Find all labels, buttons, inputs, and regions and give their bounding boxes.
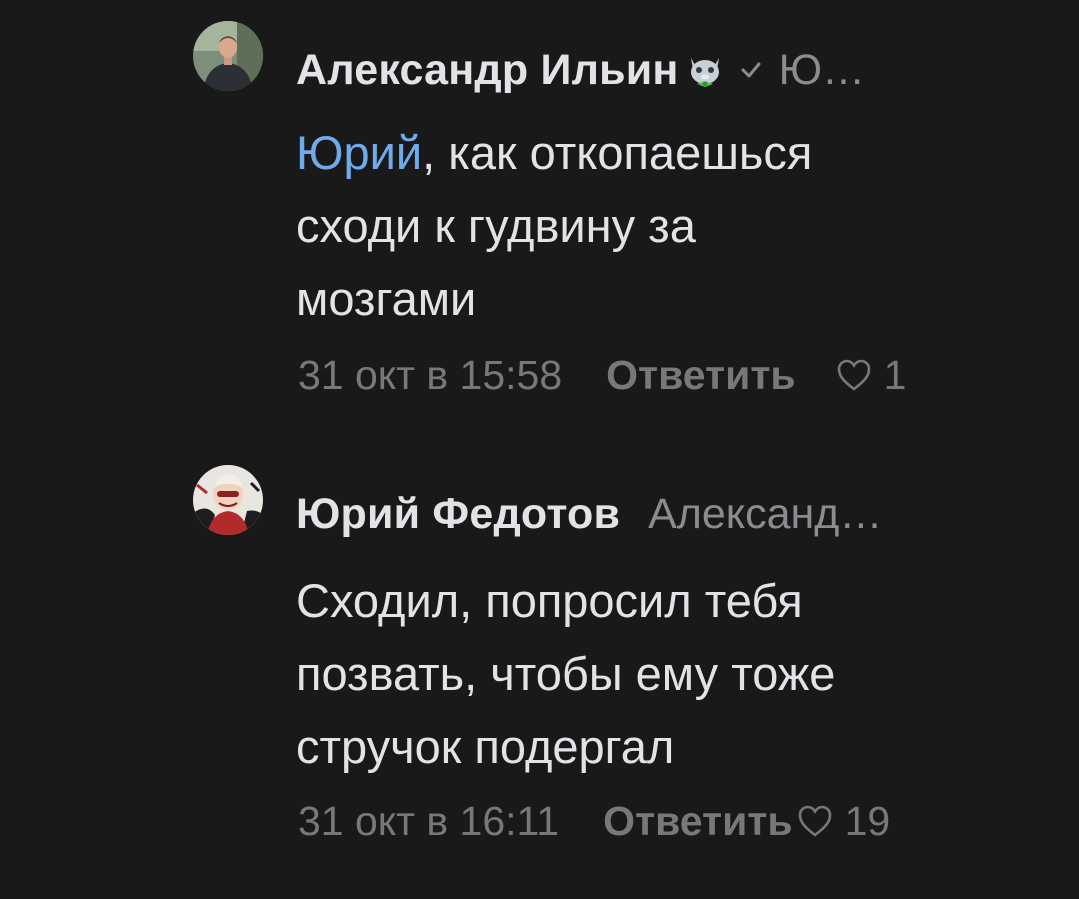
like-button[interactable]: 1 — [836, 351, 907, 399]
reply-button[interactable]: Ответить — [606, 352, 795, 399]
text-line-1: Сходил, попросил тебя — [296, 574, 803, 627]
like-button[interactable]: 19 — [797, 797, 891, 845]
text-line-3: мозгами — [296, 272, 477, 325]
mention-link[interactable]: Юрий — [296, 126, 422, 179]
author-name[interactable]: Юрий Федотов — [296, 490, 620, 539]
reply-to-name[interactable]: Ю… — [779, 46, 865, 95]
comment-date: 31 окт в 15:58 — [298, 351, 563, 398]
user-photo-avatar-icon — [193, 21, 263, 91]
verified-check-icon — [739, 58, 763, 82]
comment-meta: 31 окт в 16:11 Ответить 19 — [298, 796, 1039, 846]
heart-icon — [798, 805, 831, 837]
anime-character-avatar-icon — [193, 465, 263, 535]
heart-icon — [837, 359, 870, 391]
text-line-2: сходи к гудвину за — [296, 199, 696, 252]
text-line-1: Юрий, как откопаешься — [296, 116, 1036, 189]
comment-meta: 31 окт в 15:58 Ответить 1 — [298, 350, 1039, 400]
comment-1: Александр Ильин Ю… Юрий, как откопаешься… — [0, 0, 1079, 430]
author-line: Юрий Федотов Александ… — [296, 489, 1039, 539]
comment-date: 31 окт в 16:11 — [298, 797, 560, 844]
author-name[interactable]: Александр Ильин — [296, 46, 679, 95]
reply-to-name[interactable]: Александ… — [648, 490, 882, 539]
like-count: 19 — [844, 797, 891, 844]
comment-text: Сходил, попросил тебя позвать, чтобы ему… — [296, 564, 1036, 783]
avatar[interactable] — [193, 21, 263, 91]
comment-2: Юрий Федотов Александ… Сходил, попросил … — [0, 430, 1079, 899]
text-line-3: стручок подергал — [296, 720, 675, 773]
avatar[interactable] — [193, 465, 263, 535]
reply-button[interactable]: Ответить — [603, 798, 792, 845]
text-line-1-rest: , как откопаешься — [422, 126, 813, 179]
cat-emoji-badge-icon[interactable] — [683, 48, 727, 92]
text-line-2: позвать, чтобы ему тоже — [296, 647, 836, 700]
author-line: Александр Ильин Ю… — [296, 45, 1039, 95]
like-count: 1 — [883, 351, 907, 398]
comment-text: Юрий, как откопаешься сходи к гудвину за… — [296, 116, 1036, 335]
